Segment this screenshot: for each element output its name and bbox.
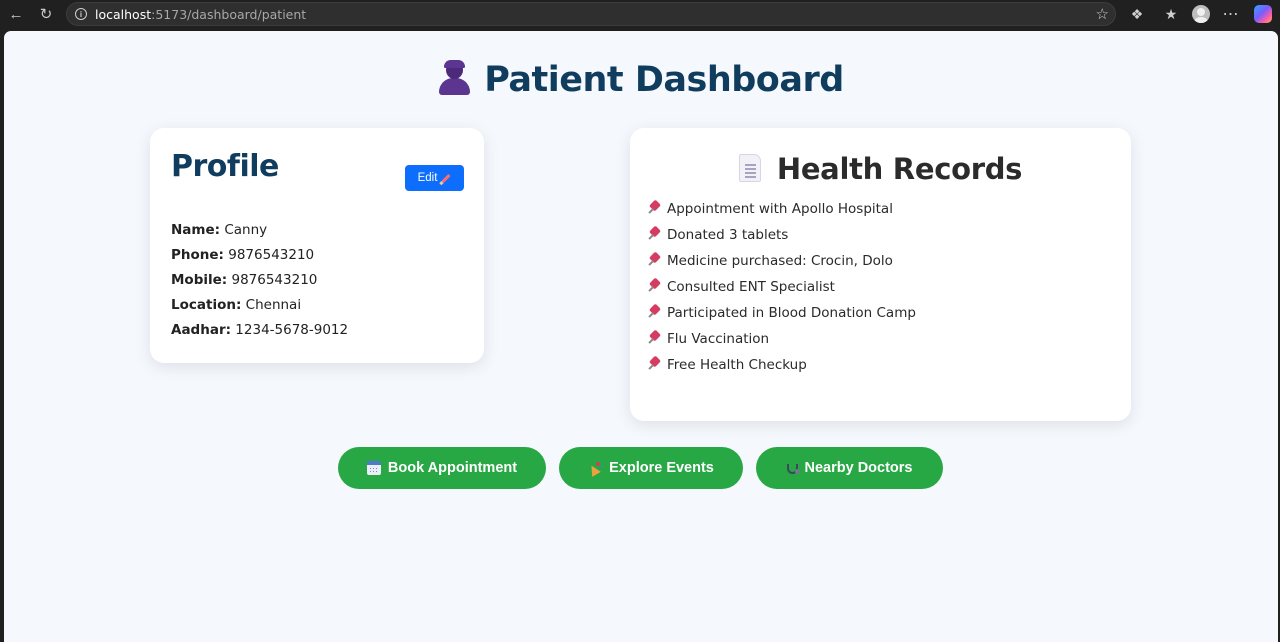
nearby-doctors-button[interactable]: Nearby Doctors xyxy=(756,447,943,489)
list-item: Flu Vaccination xyxy=(647,330,916,356)
profile-card: Profile Edit Name: Canny Phone: 98765432… xyxy=(150,128,484,363)
profile-heading: Profile xyxy=(171,149,279,184)
profile-field-aadhar: Aadhar: 1234-5678-9012 xyxy=(171,322,349,338)
page-content: Patient Dashboard Profile Edit Name: Can… xyxy=(4,31,1278,642)
health-records-list: Appointment with Apollo Hospital Donated… xyxy=(647,200,916,382)
page-title-text: Patient Dashboard xyxy=(484,60,844,100)
explore-events-button[interactable]: Explore Events xyxy=(559,447,743,489)
list-item: Donated 3 tablets xyxy=(647,226,916,252)
list-item: Appointment with Apollo Hospital xyxy=(647,200,916,226)
edit-profile-button[interactable]: Edit xyxy=(405,165,464,191)
pushpin-icon xyxy=(647,305,660,319)
copilot-icon[interactable] xyxy=(1252,3,1274,25)
site-info-icon[interactable]: i xyxy=(75,8,87,20)
pushpin-icon xyxy=(647,331,660,345)
pushpin-icon xyxy=(647,279,660,293)
pushpin-icon xyxy=(647,253,660,267)
back-icon[interactable]: ← xyxy=(5,3,27,25)
profile-avatar-icon[interactable] xyxy=(1190,3,1212,25)
health-records-heading: Health Records xyxy=(630,152,1131,186)
profile-field-name: Name: Canny xyxy=(171,222,268,238)
reload-icon[interactable]: ↻ xyxy=(35,3,57,25)
list-item: Participated in Blood Donation Camp xyxy=(647,304,916,330)
pushpin-icon xyxy=(647,227,660,241)
url-text: localhost:5173/dashboard/patient xyxy=(95,6,307,22)
extensions-icon[interactable]: ❖ xyxy=(1126,3,1148,25)
pushpin-icon xyxy=(647,357,660,371)
edit-button-label: Edit xyxy=(417,172,438,184)
address-bar[interactable]: i localhost:5173/dashboard/patient ☆ xyxy=(66,2,1116,26)
list-item: Free Health Checkup xyxy=(647,356,916,382)
profile-field-location: Location: Chennai xyxy=(171,297,302,313)
pushpin-icon xyxy=(647,201,660,215)
health-records-card: Health Records Appointment with Apollo H… xyxy=(630,128,1131,421)
pencil-icon xyxy=(441,173,452,183)
favorite-star-icon[interactable]: ☆ xyxy=(1096,5,1109,23)
party-popper-icon xyxy=(588,461,602,475)
list-item: Medicine purchased: Crocin, Dolo xyxy=(647,252,916,278)
book-appointment-button[interactable]: Book Appointment xyxy=(338,447,546,489)
health-records-title: Health Records xyxy=(776,152,1023,186)
favorites-icon[interactable]: ★ xyxy=(1160,3,1182,25)
document-icon xyxy=(738,154,761,182)
profile-field-mobile: Mobile: 9876543210 xyxy=(171,272,318,288)
page-title: Patient Dashboard xyxy=(4,60,1278,100)
profile-field-phone: Phone: 9876543210 xyxy=(171,247,315,263)
stethoscope-icon xyxy=(786,464,800,474)
list-item: Consulted ENT Specialist xyxy=(647,278,916,304)
patient-icon xyxy=(438,60,471,95)
more-options-icon[interactable]: ⋯ xyxy=(1218,3,1244,25)
profile-details: Name: Canny Phone: 9876543210 Mobile: 98… xyxy=(171,221,348,346)
calendar-icon xyxy=(366,461,381,475)
browser-toolbar: ← ↻ i localhost:5173/dashboard/patient ☆… xyxy=(0,0,1280,28)
